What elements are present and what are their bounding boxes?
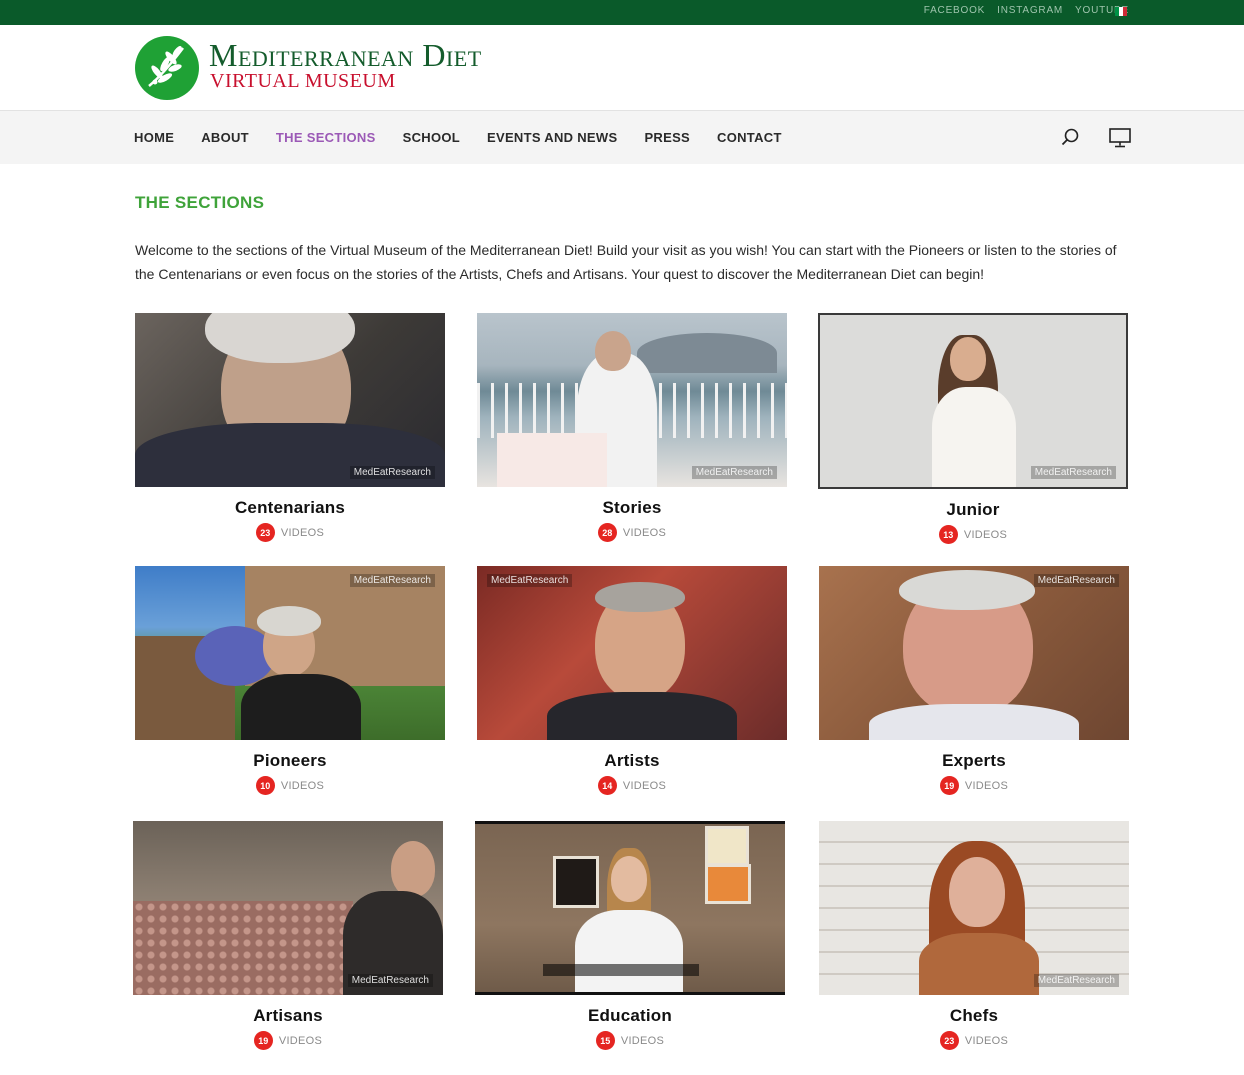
section-name[interactable]: Stories: [477, 498, 787, 518]
nav-item-school[interactable]: SCHOOL: [403, 130, 460, 145]
screen-icon[interactable]: [1109, 128, 1131, 148]
section-card-centenarians[interactable]: MedEatResearch Centenarians 23 VIDEOS: [135, 313, 445, 542]
main-navigation: HOME ABOUT THE SECTIONS SCHOOL EVENTS AN…: [0, 110, 1244, 164]
watermark: MedEatResearch: [349, 574, 435, 587]
section-card-chefs[interactable]: MedEatResearch Chefs 23 VIDEOS: [819, 821, 1129, 1050]
section-name[interactable]: Artists: [477, 751, 787, 771]
logo-subtitle[interactable]: VIRTUAL MUSEUM: [210, 71, 396, 91]
social-links: FACEBOOK INSTAGRAM YOUTUBE: [924, 5, 1129, 16]
watermark: MedEatResearch: [1033, 974, 1119, 987]
count-badge: 23: [939, 1031, 959, 1050]
video-count: 13 VIDEOS: [818, 525, 1128, 544]
section-thumbnail[interactable]: MedEatResearch: [477, 313, 787, 487]
section-card-stories[interactable]: MedEatResearch Stories 28 VIDEOS: [477, 313, 787, 542]
section-name[interactable]: Artisans: [133, 1006, 443, 1026]
count-badge: 15: [595, 1031, 615, 1050]
section-name[interactable]: Experts: [819, 751, 1129, 771]
videos-label: VIDEOS: [278, 1034, 323, 1047]
watermark: MedEatResearch: [1033, 574, 1119, 587]
site-header: Mediterranean Diet VIRTUAL MUSEUM: [0, 25, 1244, 110]
video-count: 28 VIDEOS: [477, 523, 787, 542]
section-card-education[interactable]: Education 15 VIDEOS: [475, 821, 785, 1050]
search-icon[interactable]: [1061, 128, 1079, 146]
nav-item-the-sections[interactable]: THE SECTIONS: [276, 130, 376, 145]
video-count: 14 VIDEOS: [477, 776, 787, 795]
nav-item-press[interactable]: PRESS: [644, 130, 690, 145]
section-card-junior[interactable]: MedEatResearch Junior 13 VIDEOS: [818, 313, 1128, 544]
count-badge: 19: [253, 1031, 273, 1050]
nav-item-about[interactable]: ABOUT: [201, 130, 249, 145]
videos-label: VIDEOS: [622, 779, 667, 792]
section-name[interactable]: Junior: [818, 500, 1128, 520]
instagram-link[interactable]: INSTAGRAM: [997, 5, 1063, 16]
count-badge: 10: [255, 776, 275, 795]
section-thumbnail[interactable]: MedEatResearch: [819, 821, 1129, 995]
section-card-artisans[interactable]: MedEatResearch Artisans 19 VIDEOS: [133, 821, 443, 1050]
facebook-link[interactable]: FACEBOOK: [924, 5, 985, 16]
section-thumbnail[interactable]: [475, 821, 785, 995]
watermark: MedEatResearch: [691, 466, 777, 479]
section-thumbnail[interactable]: MedEatResearch: [135, 313, 445, 487]
videos-label: VIDEOS: [964, 779, 1009, 792]
nav-item-contact[interactable]: CONTACT: [717, 130, 782, 145]
video-count: 19 VIDEOS: [819, 776, 1129, 795]
count-badge: 28: [597, 523, 617, 542]
watermark: MedEatResearch: [347, 974, 433, 987]
section-thumbnail[interactable]: MedEatResearch: [477, 566, 787, 740]
section-name[interactable]: Education: [475, 1006, 785, 1026]
nav-item-events-and-news[interactable]: EVENTS AND NEWS: [487, 130, 617, 145]
videos-label: VIDEOS: [620, 1034, 665, 1047]
video-count: 23 VIDEOS: [135, 523, 445, 542]
count-badge: 19: [939, 776, 959, 795]
count-badge: 23: [255, 523, 275, 542]
section-thumbnail[interactable]: MedEatResearch: [819, 566, 1129, 740]
videos-label: VIDEOS: [280, 526, 325, 539]
intro-text: Welcome to the sections of the Virtual M…: [135, 242, 1117, 282]
olive-branch-logo-icon[interactable]: [135, 36, 199, 100]
section-thumbnail[interactable]: MedEatResearch: [133, 821, 443, 995]
video-count: 23 VIDEOS: [819, 1031, 1129, 1050]
section-name[interactable]: Chefs: [819, 1006, 1129, 1026]
video-count: 15 VIDEOS: [475, 1031, 785, 1050]
watermark: MedEatResearch: [487, 574, 573, 587]
videos-label: VIDEOS: [964, 1034, 1009, 1047]
section-name[interactable]: Pioneers: [135, 751, 445, 771]
videos-label: VIDEOS: [280, 779, 325, 792]
section-thumbnail[interactable]: MedEatResearch: [135, 566, 445, 740]
video-count: 10 VIDEOS: [135, 776, 445, 795]
videos-label: VIDEOS: [963, 528, 1008, 541]
top-bar: FACEBOOK INSTAGRAM YOUTUBE: [0, 0, 1244, 25]
count-badge: 14: [597, 776, 617, 795]
videos-label: VIDEOS: [622, 526, 667, 539]
count-badge: 13: [938, 525, 958, 544]
italian-flag-icon[interactable]: [1115, 7, 1127, 16]
watermark: MedEatResearch: [349, 466, 435, 479]
section-name[interactable]: Centenarians: [135, 498, 445, 518]
section-card-pioneers[interactable]: MedEatResearch Pioneers 10 VIDEOS: [135, 566, 445, 795]
logo-title[interactable]: Mediterranean Diet: [209, 39, 482, 71]
page-title: THE SECTIONS: [135, 193, 265, 212]
section-thumbnail[interactable]: MedEatResearch: [818, 313, 1128, 489]
watermark: MedEatResearch: [1030, 466, 1116, 479]
section-card-experts[interactable]: MedEatResearch Experts 19 VIDEOS: [819, 566, 1129, 795]
nav-item-home[interactable]: HOME: [134, 130, 174, 145]
section-card-artists[interactable]: MedEatResearch Artists 14 VIDEOS: [477, 566, 787, 795]
video-count: 19 VIDEOS: [133, 1031, 443, 1050]
